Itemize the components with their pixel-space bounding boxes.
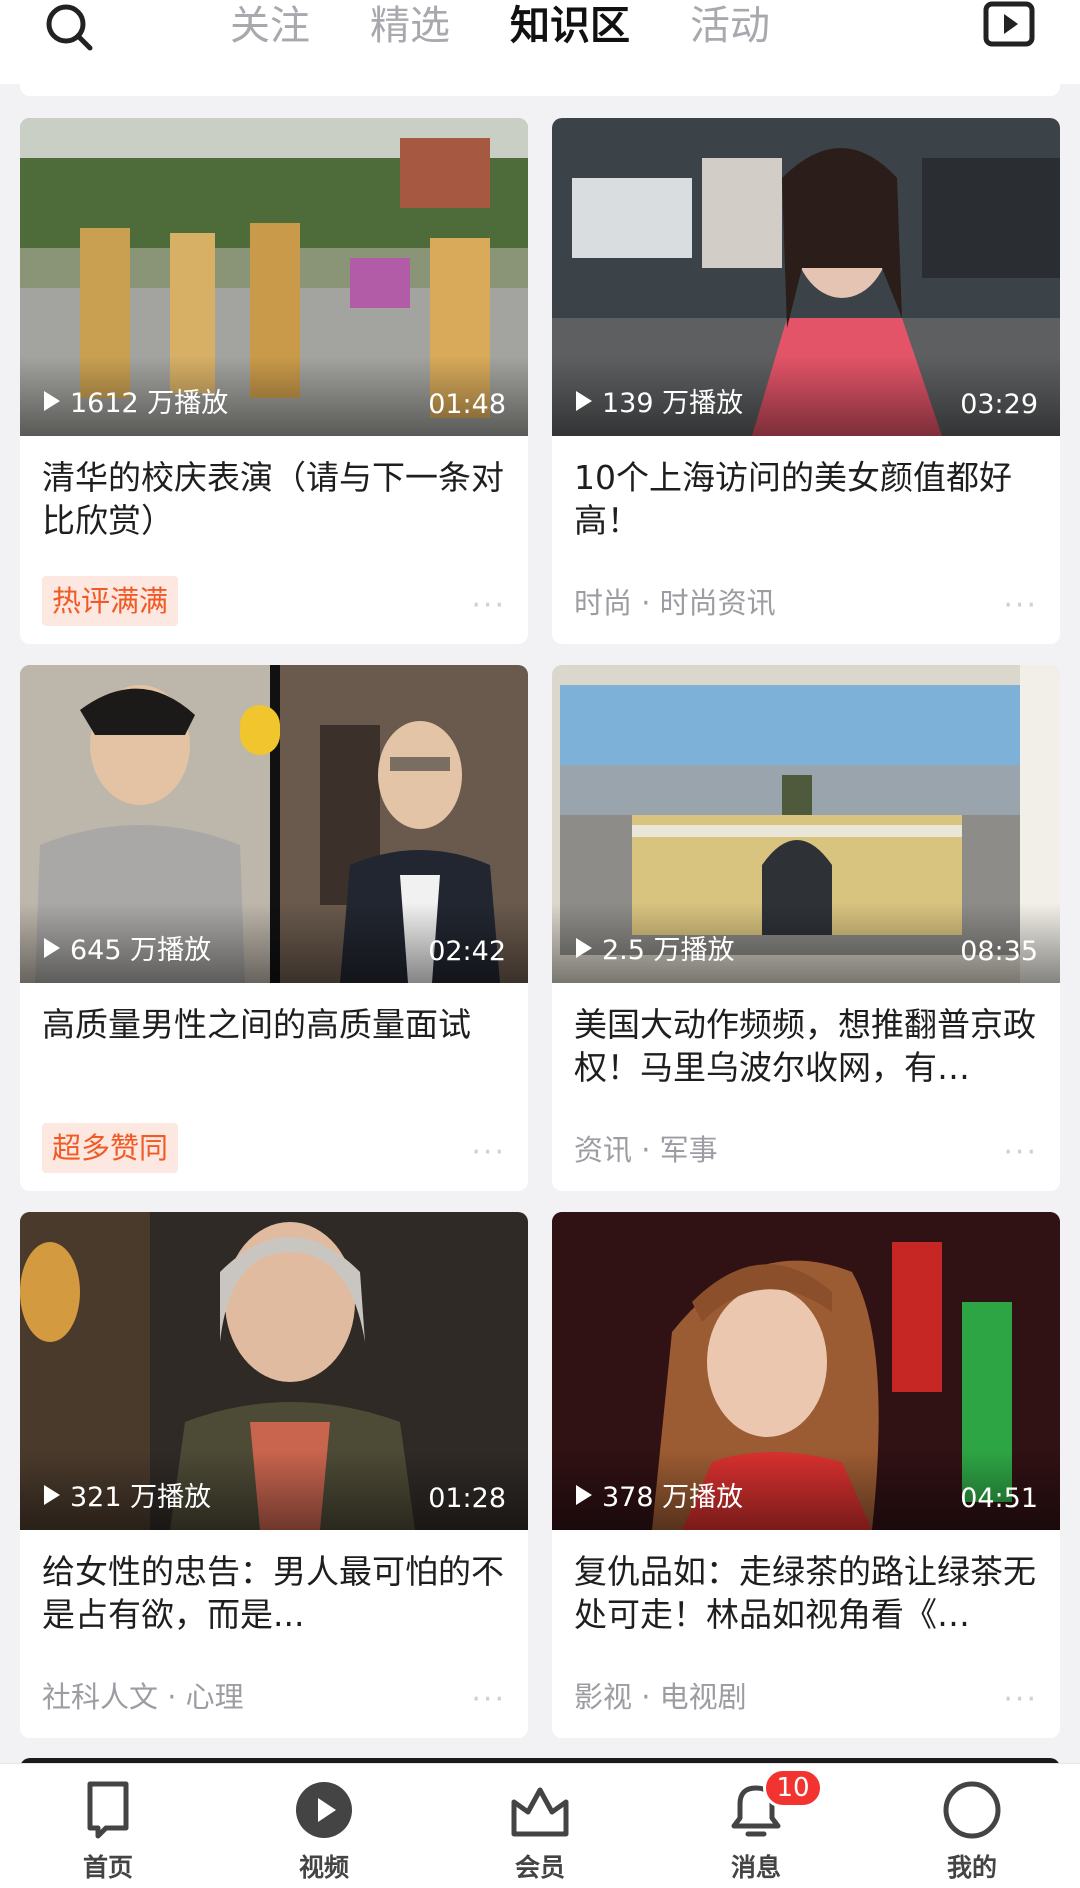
- more-options-button[interactable]: ···: [1003, 1135, 1038, 1170]
- message-count-badge: 10: [763, 1768, 823, 1808]
- play-count: 321 万播放: [44, 1475, 211, 1514]
- video-duration: 02:42: [428, 936, 506, 967]
- app-root: 关注 精选 知识区 活动 1612 万播放 01:48 清华的校庆表演（请与下一…: [0, 0, 1080, 1888]
- many-likes-badge: 超多赞同: [42, 1123, 179, 1173]
- search-button[interactable]: [40, 0, 100, 60]
- play-count-icon: [44, 390, 60, 411]
- video-category[interactable]: 资讯 · 军事: [574, 1127, 718, 1169]
- video-title[interactable]: 美国大动作频频，想推翻普京政权！马里乌波尔收网，有…: [574, 1003, 1044, 1089]
- video-category[interactable]: 社科人文 · 心理: [42, 1674, 244, 1716]
- play-count-text: 645 万播放: [70, 935, 212, 966]
- video-card[interactable]: 645 万播放 02:42 高质量男性之间的高质量面试 超多赞同 ···: [20, 665, 528, 1191]
- play-count-text: 2.5 万播放: [602, 935, 735, 966]
- play-count-text: 1612 万播放: [70, 388, 229, 419]
- play-count: 1612 万播放: [44, 381, 228, 420]
- search-icon: [46, 4, 93, 51]
- play-count-icon: [44, 937, 60, 958]
- video-thumbnail[interactable]: 139 万播放 03:29: [552, 118, 1060, 436]
- nav-video-label: 视频: [298, 1853, 349, 1882]
- play-count: 378 万播放: [576, 1475, 743, 1514]
- nav-messages-label: 消息: [730, 1853, 781, 1882]
- upload-video-button[interactable]: [980, 0, 1040, 60]
- more-options-button[interactable]: ···: [1003, 1682, 1038, 1717]
- video-card[interactable]: 2.5 万播放 08:35 美国大动作频频，想推翻普京政权！马里乌波尔收网，有……: [552, 665, 1060, 1191]
- nav-home-label: 首页: [82, 1853, 133, 1882]
- play-count: 2.5 万播放: [576, 928, 735, 967]
- nav-messages[interactable]: 消息 10: [648, 1764, 864, 1888]
- video-upload-icon: [983, 1, 1035, 47]
- nav-profile-label: 我的: [946, 1853, 997, 1882]
- video-thumbnail[interactable]: 378 万播放 04:51: [552, 1212, 1060, 1530]
- tab-featured[interactable]: 精选: [370, 0, 450, 52]
- play-count-text: 378 万播放: [602, 1482, 744, 1513]
- video-thumbnail[interactable]: 645 万播放 02:42: [20, 665, 528, 983]
- video-thumbnail[interactable]: 321 万播放 01:28: [20, 1212, 528, 1530]
- tab-activity[interactable]: 活动: [690, 0, 770, 52]
- play-count-icon: [44, 1484, 60, 1505]
- video-duration: 01:28: [428, 1483, 506, 1514]
- video-card[interactable]: 139 万播放 03:29 10个上海访问的美女颜值都好高！ 时尚 · 时尚资讯…: [552, 118, 1060, 644]
- tab-knowledge[interactable]: 知识区: [510, 0, 630, 68]
- video-title[interactable]: 10个上海访问的美女颜值都好高！: [574, 456, 1044, 542]
- video-play-icon: [296, 1782, 352, 1838]
- video-duration: 01:48: [428, 389, 506, 420]
- play-count-icon: [576, 1484, 592, 1505]
- video-category[interactable]: 影视 · 电视剧: [574, 1674, 747, 1716]
- tab-following[interactable]: 关注: [230, 0, 310, 52]
- play-count-text: 321 万播放: [70, 1482, 212, 1513]
- more-options-button[interactable]: ···: [1003, 588, 1038, 623]
- video-title[interactable]: 复仇品如：走绿茶的路让绿茶无处可走！林品如视角看《…: [574, 1550, 1044, 1636]
- nav-membership[interactable]: 会员: [432, 1764, 648, 1888]
- nav-video[interactable]: 视频: [216, 1764, 432, 1888]
- more-options-button[interactable]: ···: [471, 1682, 506, 1717]
- video-duration: 08:35: [960, 936, 1038, 967]
- previous-card-edge: [20, 60, 1060, 96]
- home-icon: [87, 1781, 129, 1839]
- crown-icon: [511, 1787, 569, 1837]
- video-card[interactable]: 321 万播放 01:28 给女性的忠告：男人最可怕的不是占有欲，而是... 社…: [20, 1212, 528, 1738]
- play-count-icon: [576, 390, 592, 411]
- video-title[interactable]: 给女性的忠告：男人最可怕的不是占有欲，而是...: [42, 1550, 512, 1636]
- video-category[interactable]: 时尚 · 时尚资讯: [574, 580, 776, 622]
- more-options-button[interactable]: ···: [471, 1135, 506, 1170]
- profile-icon: [943, 1781, 1001, 1839]
- video-card[interactable]: 1612 万播放 01:48 清华的校庆表演（请与下一条对比欣赏） 热评满满 ·…: [20, 118, 528, 644]
- play-count: 139 万播放: [576, 381, 743, 420]
- video-duration: 04:51: [960, 1483, 1038, 1514]
- video-thumbnail[interactable]: 2.5 万播放 08:35: [552, 665, 1060, 983]
- nav-profile[interactable]: 我的: [864, 1764, 1080, 1888]
- video-duration: 03:29: [960, 389, 1038, 420]
- more-options-button[interactable]: ···: [471, 588, 506, 623]
- play-count-text: 139 万播放: [602, 388, 744, 419]
- nav-membership-label: 会员: [514, 1853, 565, 1882]
- play-count-icon: [576, 937, 592, 958]
- play-count: 645 万播放: [44, 928, 211, 967]
- nav-home[interactable]: 首页: [0, 1764, 216, 1888]
- video-thumbnail[interactable]: 1612 万播放 01:48: [20, 118, 528, 436]
- tab-knowledge-label: 知识区: [510, 3, 630, 49]
- hot-comment-badge: 热评满满: [42, 576, 179, 626]
- bottom-navigation: 首页 视频 会员 消息 10 我的: [0, 1763, 1080, 1888]
- video-title[interactable]: 高质量男性之间的高质量面试: [42, 1003, 512, 1046]
- video-title[interactable]: 清华的校庆表演（请与下一条对比欣赏）: [42, 456, 512, 542]
- video-card[interactable]: 378 万播放 04:51 复仇品如：走绿茶的路让绿茶无处可走！林品如视角看《……: [552, 1212, 1060, 1738]
